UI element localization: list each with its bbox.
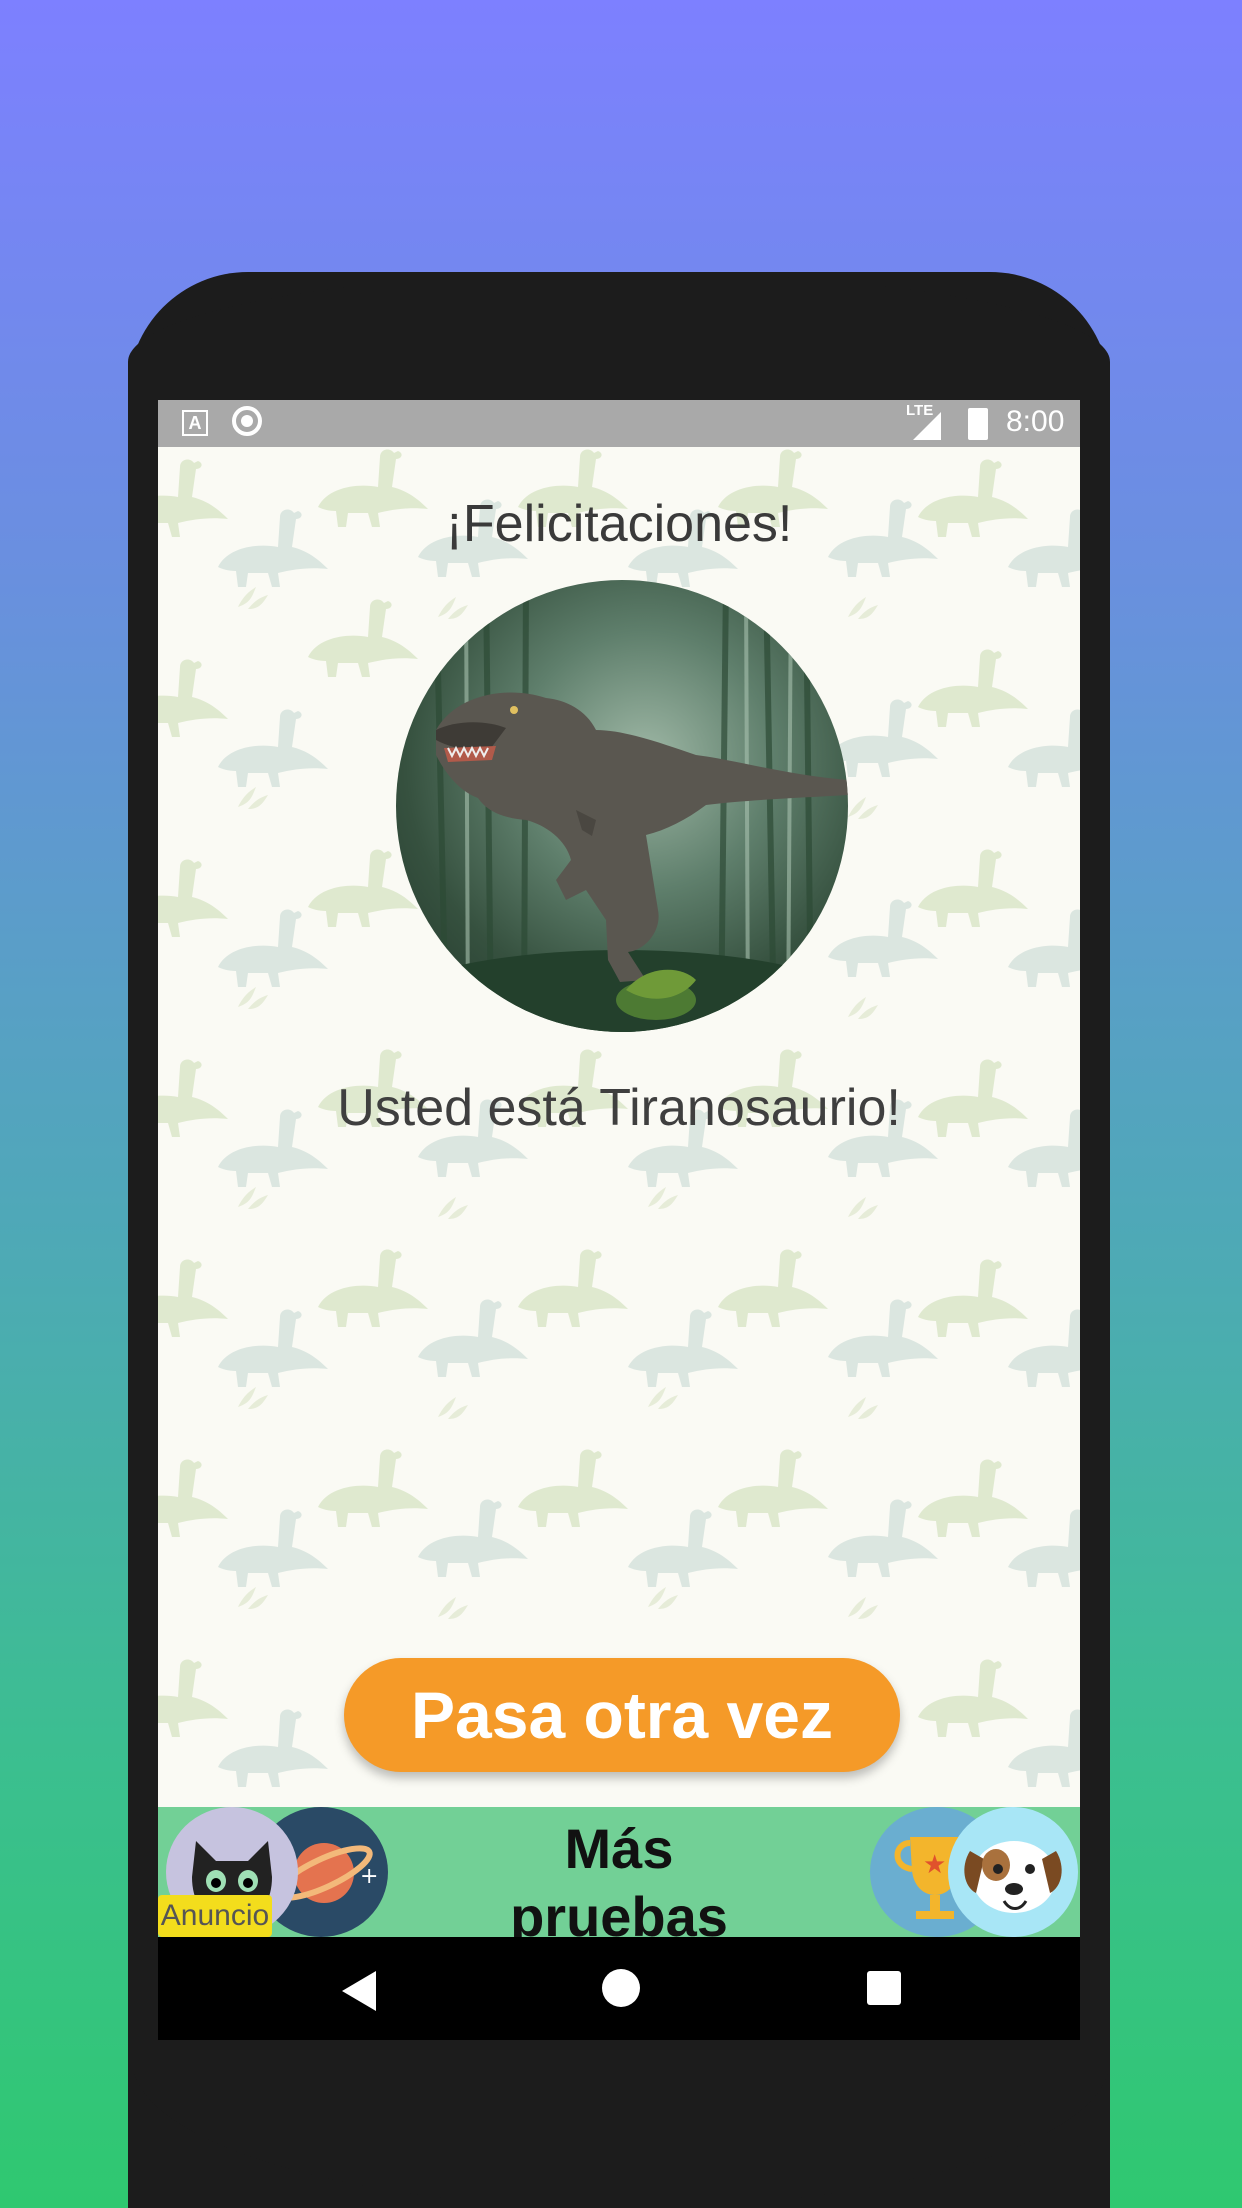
try-again-button[interactable]: Pasa otra vez	[344, 1658, 900, 1772]
dog-app-icon[interactable]	[948, 1807, 1078, 1937]
more-tests-ad-banner[interactable]: + Anuncio Más pruebas ★	[158, 1807, 1080, 1937]
signal-icon	[913, 412, 941, 440]
svg-text:+: +	[360, 1864, 378, 1889]
android-nav-bar	[158, 1937, 1080, 2040]
status-time: 8:00	[1006, 405, 1065, 438]
ad-label: Anuncio	[158, 1895, 272, 1937]
svg-text:★: ★	[923, 1850, 946, 1880]
home-icon[interactable]	[602, 1969, 640, 2007]
tyrannosaurus-illustration	[396, 580, 848, 1032]
result-text: Usted está Tiranosaurio!	[337, 1079, 901, 1137]
phone-screen: A LTE 8:00 ¡Felicitaciones! Usted está T…	[158, 400, 1080, 2040]
status-bar: A LTE 8:00	[158, 400, 1080, 447]
more-tests-line2: pruebas	[510, 1885, 728, 1937]
more-tests-line1: Más	[564, 1817, 674, 1880]
circle-notification-icon	[232, 406, 262, 436]
dog-icon	[964, 1841, 1062, 1913]
text-notification-icon: A	[182, 410, 208, 436]
recent-apps-icon[interactable]	[867, 1971, 901, 2005]
more-tests-label[interactable]: Más pruebas	[444, 1815, 794, 1937]
back-icon[interactable]	[342, 1971, 376, 2011]
battery-charging-icon	[968, 408, 988, 440]
page-title: ¡Felicitaciones!	[445, 495, 793, 553]
result-dinosaur-image	[396, 580, 848, 1032]
